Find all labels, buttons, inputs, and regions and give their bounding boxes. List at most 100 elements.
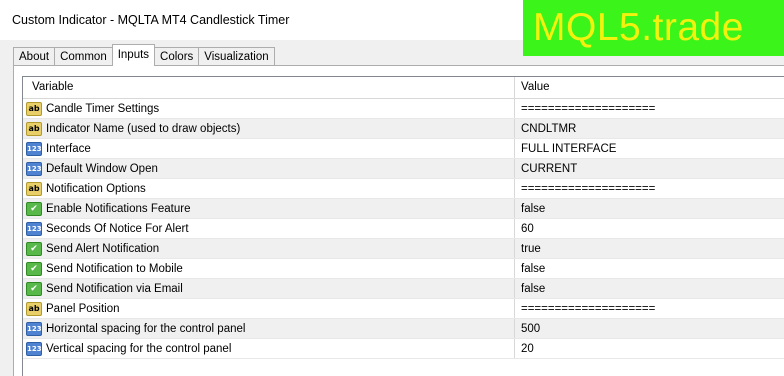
table-row[interactable]: 123 Horizontal spacing for the control pa… — [23, 319, 784, 339]
variable-value: ==================== — [521, 303, 656, 315]
tab-visualization[interactable]: Visualization — [198, 47, 275, 66]
window-title: Custom Indicator - MQLTA MT4 Candlestick… — [12, 13, 290, 27]
variable-cell: ab Notification Options — [23, 179, 515, 198]
variable-cell: ab Indicator Name (used to draw objects) — [23, 119, 515, 138]
variable-value: false — [521, 203, 546, 215]
number-type-icon: 123 — [26, 342, 42, 356]
table-row[interactable]: ab Candle Timer Settings =================… — [23, 99, 784, 119]
variable-name: Send Notification via Email — [46, 283, 183, 295]
variable-cell: ab Panel Position — [23, 299, 515, 318]
inputs-table: Variable Value ab Candle Timer Settings ==… — [22, 76, 784, 376]
variable-cell: 123 Interface — [23, 139, 515, 158]
icon-glyph: ✔ — [30, 204, 38, 214]
icon-glyph: 123 — [27, 145, 42, 153]
number-type-icon: 123 — [26, 322, 42, 336]
icon-glyph: 123 — [27, 165, 42, 173]
variable-name: Indicator Name (used to draw objects) — [46, 123, 241, 135]
table-row[interactable]: ab Notification Options ==================… — [23, 179, 784, 199]
variable-cell: 123 Horizontal spacing for the control pa… — [23, 319, 515, 338]
variable-name: Candle Timer Settings — [46, 103, 160, 115]
value-cell[interactable]: true — [516, 239, 784, 258]
variable-name: Panel Position — [46, 303, 120, 315]
value-cell[interactable]: ==================== — [516, 179, 784, 198]
icon-glyph: ✔ — [30, 244, 38, 254]
variable-name: Vertical spacing for the control panel — [46, 343, 232, 355]
variable-value: true — [521, 243, 541, 255]
boolean-type-icon: ✔ — [26, 202, 42, 216]
boolean-type-icon: ✔ — [26, 242, 42, 256]
watermark-logo: MQL5.trade — [523, 0, 784, 56]
number-type-icon: 123 — [26, 162, 42, 176]
table-row[interactable]: ab Panel Position ==================== — [23, 299, 784, 319]
icon-glyph: ✔ — [30, 284, 38, 294]
variable-cell: ✔ Enable Notifications Feature — [23, 199, 515, 218]
tab-common[interactable]: Common — [54, 47, 113, 66]
variable-value: CURRENT — [521, 163, 578, 175]
variable-cell: 123 Vertical spacing for the control pane… — [23, 339, 515, 358]
variable-cell: 123 Seconds Of Notice For Alert — [23, 219, 515, 238]
value-cell[interactable]: 60 — [516, 219, 784, 238]
value-cell[interactable]: false — [516, 199, 784, 218]
variable-name: Seconds Of Notice For Alert — [46, 223, 189, 235]
icon-glyph: ✔ — [30, 264, 38, 274]
variable-cell: ✔ Send Notification via Email — [23, 279, 515, 298]
value-cell[interactable]: 20 — [516, 339, 784, 358]
variable-cell: ✔ Send Notification to Mobile — [23, 259, 515, 278]
icon-glyph: ab — [28, 124, 40, 133]
column-header-value[interactable]: Value — [516, 77, 784, 98]
number-type-icon: 123 — [26, 222, 42, 236]
variable-name: Default Window Open — [46, 163, 158, 175]
value-cell[interactable]: ==================== — [516, 99, 784, 118]
value-cell[interactable]: false — [516, 279, 784, 298]
number-type-icon: 123 — [26, 142, 42, 156]
variable-name: Send Alert Notification — [46, 243, 160, 255]
table-row[interactable]: 123 Interface FULL INTERFACE — [23, 139, 784, 159]
variable-cell: ✔ Send Alert Notification — [23, 239, 515, 258]
table-header: Variable Value — [23, 77, 784, 99]
boolean-type-icon: ✔ — [26, 262, 42, 276]
string-type-icon: ab — [26, 122, 42, 136]
variable-value: false — [521, 283, 546, 295]
table-row[interactable]: 123 Vertical spacing for the control pane… — [23, 339, 784, 359]
table-row[interactable]: ✔ Enable Notifications Feature false — [23, 199, 784, 219]
tab-colors[interactable]: Colors — [154, 47, 200, 66]
variable-value: 20 — [521, 343, 534, 355]
column-header-variable[interactable]: Variable — [23, 77, 515, 98]
table-row[interactable]: 123 Default Window Open CURRENT — [23, 159, 784, 179]
value-cell[interactable]: CURRENT — [516, 159, 784, 178]
variable-name: Send Notification to Mobile — [46, 263, 183, 275]
value-cell[interactable]: false — [516, 259, 784, 278]
variable-name: Notification Options — [46, 183, 146, 195]
variable-value: ==================== — [521, 183, 656, 195]
variable-value: 500 — [521, 323, 541, 335]
value-cell[interactable]: 500 — [516, 319, 784, 338]
variable-value: CNDLTMR — [521, 123, 577, 135]
value-cell[interactable]: ==================== — [516, 299, 784, 318]
table-row[interactable]: ✔ Send Notification to Mobile false — [23, 259, 784, 279]
variable-value: ==================== — [521, 103, 656, 115]
column-header-value-label: Value — [521, 81, 550, 93]
string-type-icon: ab — [26, 302, 42, 316]
variable-name: Interface — [46, 143, 91, 155]
table-row[interactable]: ab Indicator Name (used to draw objects) C… — [23, 119, 784, 139]
icon-glyph: ab — [28, 304, 40, 313]
inputs-panel: Variable Value ab Candle Timer Settings ==… — [13, 65, 784, 376]
icon-glyph: 123 — [27, 325, 42, 333]
variable-cell: ab Candle Timer Settings — [23, 99, 515, 118]
icon-glyph: ab — [28, 184, 40, 193]
variable-name: Enable Notifications Feature — [46, 203, 191, 215]
value-cell[interactable]: FULL INTERFACE — [516, 139, 784, 158]
value-cell[interactable]: CNDLTMR — [516, 119, 784, 138]
icon-glyph: 123 — [27, 345, 42, 353]
table-row[interactable]: ✔ Send Alert Notification true — [23, 239, 784, 259]
icon-glyph: ab — [28, 104, 40, 113]
variable-value: FULL INTERFACE — [521, 143, 617, 155]
tab-about[interactable]: About — [13, 47, 56, 66]
variable-name: Horizontal spacing for the control panel — [46, 323, 246, 335]
variable-cell: 123 Default Window Open — [23, 159, 515, 178]
string-type-icon: ab — [26, 102, 42, 116]
column-header-variable-label: Variable — [32, 81, 74, 93]
tab-inputs[interactable]: Inputs — [111, 44, 156, 66]
table-row[interactable]: 123 Seconds Of Notice For Alert 60 — [23, 219, 784, 239]
table-row[interactable]: ✔ Send Notification via Email false — [23, 279, 784, 299]
